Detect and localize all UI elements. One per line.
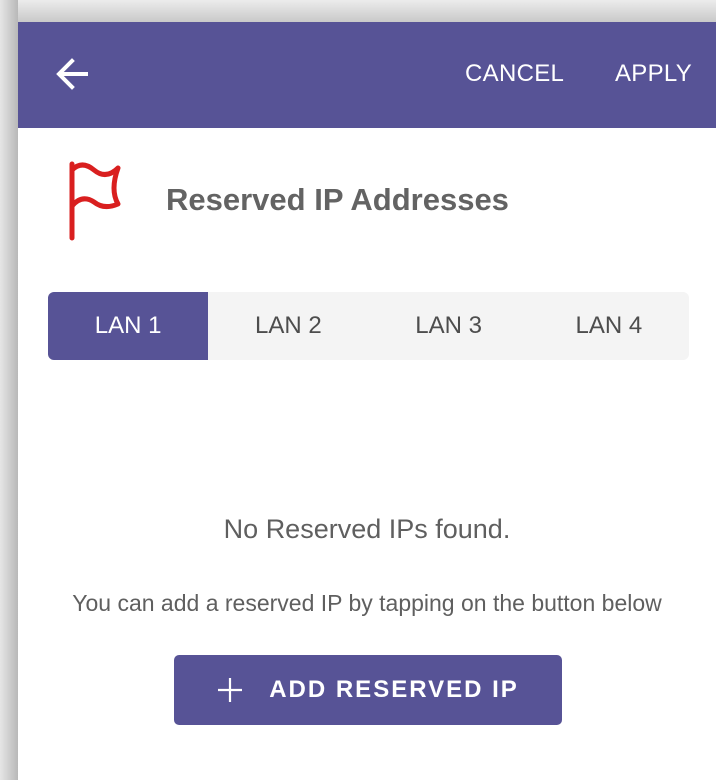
flag-icon (69, 161, 121, 241)
back-button[interactable] (52, 54, 92, 94)
apply-button[interactable]: APPLY (615, 60, 692, 88)
tab-lan-2[interactable]: LAN 2 (208, 292, 368, 360)
arrow-left-icon (56, 58, 88, 90)
lan-tabs: LAN 1 LAN 2 LAN 3 LAN 4 (48, 292, 689, 360)
app-screen: CANCEL APPLY Reserved IP Addresses LAN 1… (18, 22, 716, 780)
tab-lan-1[interactable]: LAN 1 (48, 292, 209, 360)
add-reserved-ip-label: ADD RESERVED IP (269, 676, 519, 703)
plus-icon (218, 678, 243, 702)
device-frame-left (0, 0, 18, 780)
app-bar: CANCEL APPLY (18, 22, 716, 128)
empty-state-title: No Reserved IPs found. (223, 514, 511, 544)
device-frame-top (0, 0, 716, 22)
tab-lan-3[interactable]: LAN 3 (369, 292, 529, 360)
tab-lan-4[interactable]: LAN 4 (529, 292, 689, 360)
add-reserved-ip-button[interactable]: ADD RESERVED IP (174, 655, 562, 725)
empty-state-subtitle: You can add a reserved IP by tapping on … (72, 590, 662, 616)
cancel-button[interactable]: CANCEL (465, 60, 564, 88)
page-title: Reserved IP Addresses (166, 182, 509, 217)
